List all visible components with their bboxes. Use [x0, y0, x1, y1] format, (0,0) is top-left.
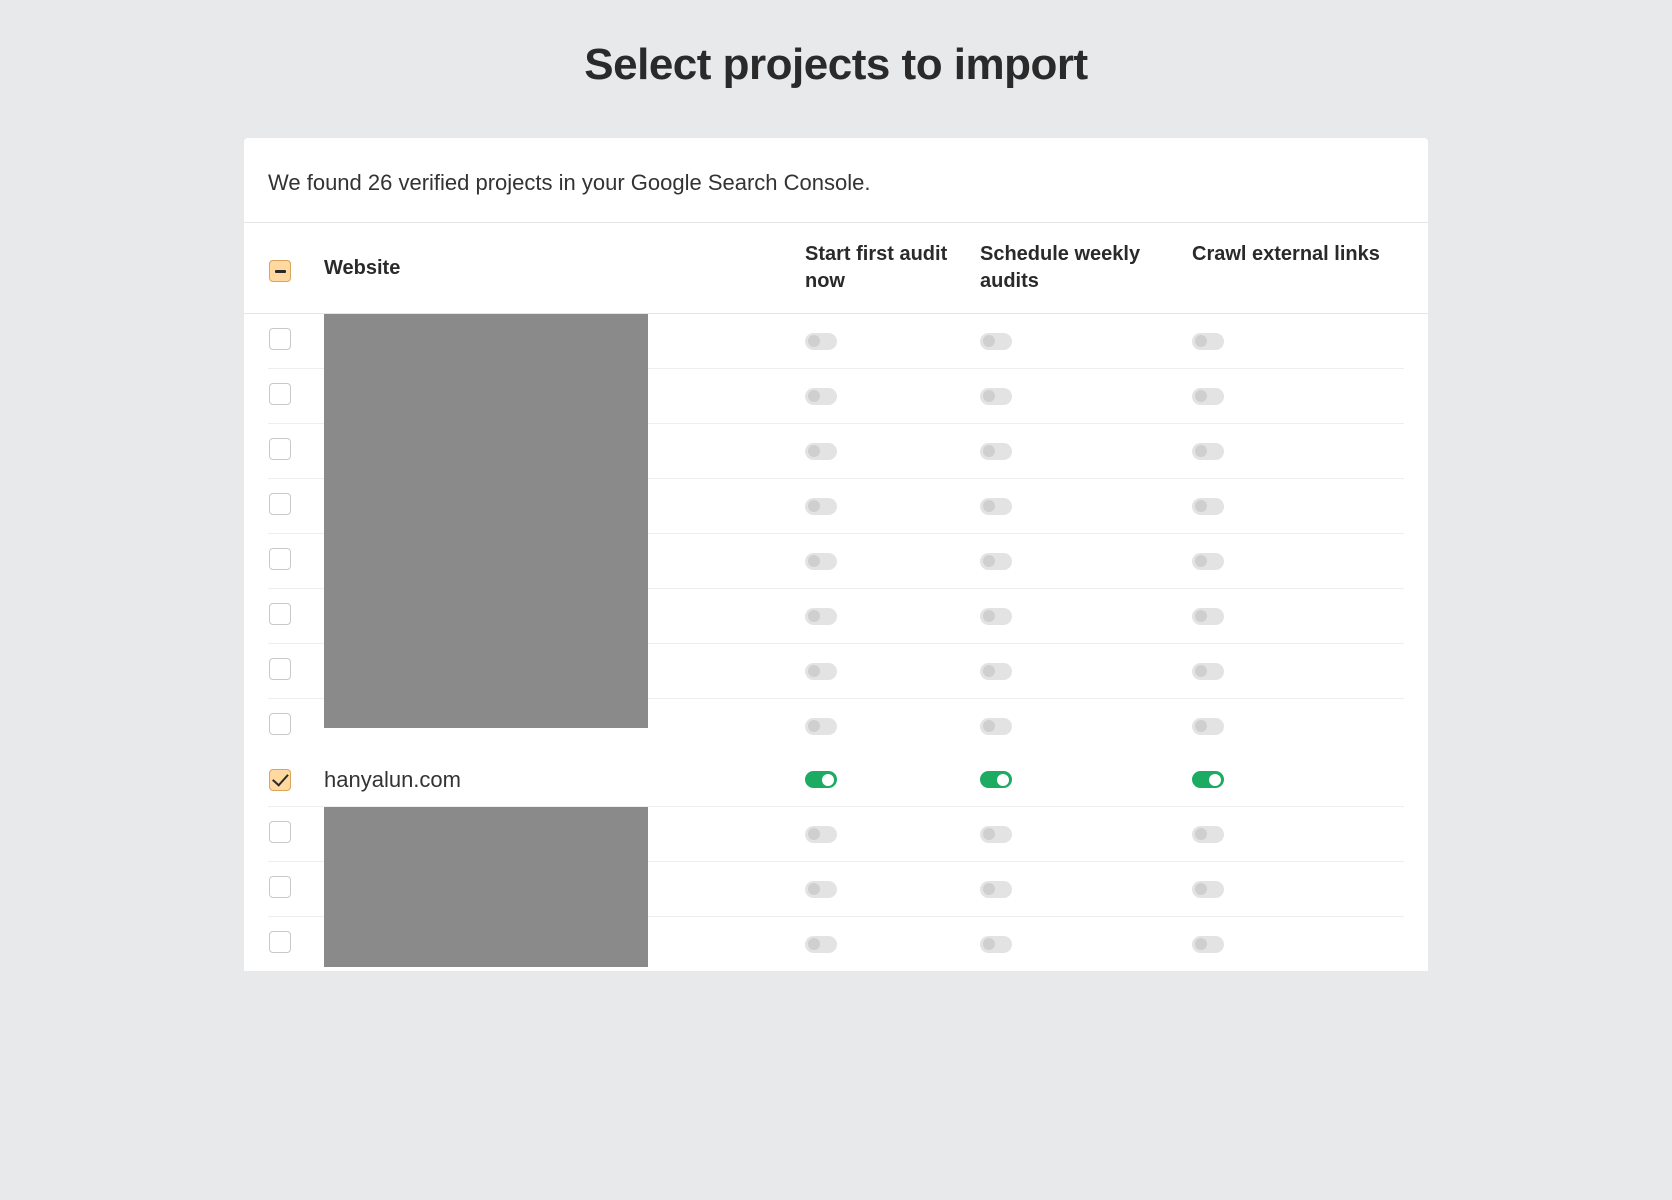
row-checkbox[interactable]: [269, 438, 291, 460]
toggle-audit-now[interactable]: [805, 388, 837, 405]
website-cell: [324, 873, 805, 905]
import-card: We found 26 verified projects in your Go…: [244, 138, 1428, 971]
website-cell: [324, 325, 805, 357]
row-checkbox[interactable]: [269, 548, 291, 570]
toggle-audit-now[interactable]: [805, 826, 837, 843]
website-cell: hanyalun.com: [324, 767, 805, 793]
toggle-weekly[interactable]: [980, 553, 1012, 570]
toggle-external[interactable]: [1192, 498, 1224, 515]
toggle-external[interactable]: [1192, 663, 1224, 680]
toggle-external[interactable]: [1192, 333, 1224, 350]
website-cell: [324, 380, 805, 412]
table-header-row: Website Start first audit now Schedule w…: [244, 223, 1428, 314]
website-cell: [324, 710, 805, 742]
website-cell: [324, 435, 805, 467]
row-checkbox[interactable]: [269, 658, 291, 680]
column-weekly: Schedule weekly audits: [980, 241, 1192, 295]
table-row: [268, 369, 1404, 424]
toggle-audit-now[interactable]: [805, 333, 837, 350]
toggle-audit-now[interactable]: [805, 881, 837, 898]
toggle-audit-now[interactable]: [805, 771, 837, 788]
website-label: hanyalun.com: [324, 767, 461, 793]
table-row: [268, 862, 1404, 917]
table-row: [268, 807, 1404, 862]
toggle-audit-now[interactable]: [805, 498, 837, 515]
column-website: Website: [324, 255, 805, 282]
website-cell: [324, 655, 805, 687]
toggle-weekly[interactable]: [980, 498, 1012, 515]
row-checkbox[interactable]: [269, 328, 291, 350]
table-row: [268, 479, 1404, 534]
toggle-weekly[interactable]: [980, 718, 1012, 735]
toggle-weekly[interactable]: [980, 826, 1012, 843]
summary-text: We found 26 verified projects in your Go…: [244, 138, 1428, 223]
redacted-group-1: [268, 314, 1404, 753]
row-checkbox[interactable]: [269, 603, 291, 625]
row-checkbox[interactable]: [269, 821, 291, 843]
toggle-external[interactable]: [1192, 443, 1224, 460]
toggle-external[interactable]: [1192, 608, 1224, 625]
table-row: [268, 314, 1404, 369]
select-all-checkbox[interactable]: [269, 260, 291, 282]
toggle-external[interactable]: [1192, 936, 1224, 953]
toggle-weekly[interactable]: [980, 333, 1012, 350]
table-row: [268, 699, 1404, 753]
table-row: [268, 644, 1404, 699]
toggle-external[interactable]: [1192, 553, 1224, 570]
toggle-weekly[interactable]: [980, 663, 1012, 680]
select-all-cell: [268, 254, 324, 283]
website-cell: [324, 818, 805, 850]
toggle-weekly[interactable]: [980, 881, 1012, 898]
toggle-external[interactable]: [1192, 771, 1224, 788]
projects-table: Website Start first audit now Schedule w…: [244, 223, 1428, 971]
table-row: [268, 589, 1404, 644]
redacted-group-2: [268, 807, 1404, 971]
toggle-external[interactable]: [1192, 718, 1224, 735]
toggle-audit-now[interactable]: [805, 553, 837, 570]
column-audit-now: Start first audit now: [805, 241, 980, 295]
toggle-weekly[interactable]: [980, 388, 1012, 405]
row-checkbox[interactable]: [269, 876, 291, 898]
page-title: Select projects to import: [0, 40, 1672, 90]
website-cell: [324, 490, 805, 522]
table-row: [268, 917, 1404, 971]
column-website-label: Website: [324, 255, 400, 282]
column-external: Crawl external links: [1192, 241, 1404, 268]
toggle-audit-now[interactable]: [805, 936, 837, 953]
row-checkbox[interactable]: [269, 769, 291, 791]
website-cell: [324, 600, 805, 632]
toggle-audit-now[interactable]: [805, 718, 837, 735]
website-cell: [324, 545, 805, 577]
toggle-weekly[interactable]: [980, 443, 1012, 460]
table-row: hanyalun.com: [268, 753, 1404, 807]
toggle-external[interactable]: [1192, 826, 1224, 843]
row-checkbox[interactable]: [269, 383, 291, 405]
toggle-audit-now[interactable]: [805, 608, 837, 625]
row-checkbox[interactable]: [269, 493, 291, 515]
toggle-weekly[interactable]: [980, 936, 1012, 953]
table-row: [268, 424, 1404, 479]
table-row: [268, 534, 1404, 589]
row-checkbox[interactable]: [269, 931, 291, 953]
website-cell: [324, 928, 805, 960]
row-checkbox[interactable]: [269, 713, 291, 735]
toggle-audit-now[interactable]: [805, 663, 837, 680]
table-body: hanyalun.com: [244, 314, 1428, 971]
toggle-weekly[interactable]: [980, 608, 1012, 625]
toggle-weekly[interactable]: [980, 771, 1012, 788]
toggle-audit-now[interactable]: [805, 443, 837, 460]
toggle-external[interactable]: [1192, 388, 1224, 405]
toggle-external[interactable]: [1192, 881, 1224, 898]
